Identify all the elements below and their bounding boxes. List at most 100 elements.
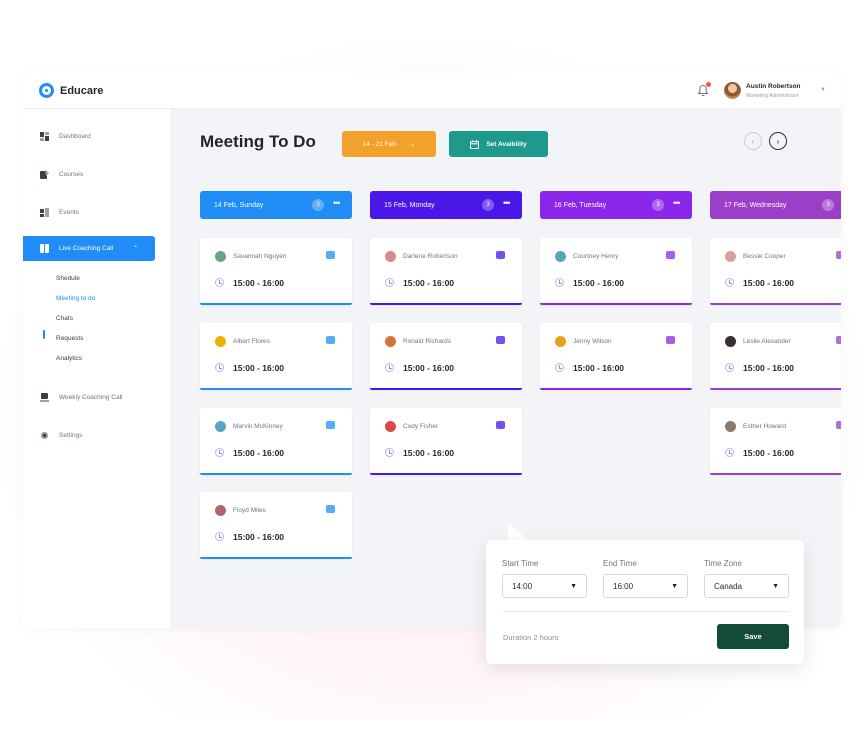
meeting-card[interactable]: Marvin McKinney 15:00 - 16:00 [200, 408, 352, 475]
calendar-icon [470, 139, 480, 149]
prev-week-button[interactable]: ‹ [744, 132, 762, 150]
date-range-dropdown[interactable]: 14 - 21 Feb ⌄ [342, 131, 436, 157]
sidebar-item-label: Settings [59, 431, 83, 439]
start-time-select[interactable]: 14:00 ▼ [502, 574, 587, 598]
meeting-count-badge: 3 [312, 199, 324, 211]
sidebar-item-courses[interactable]: Courses [23, 166, 170, 182]
time-zone-select[interactable]: Canada ▼ [704, 574, 789, 598]
attendee-name: Albert Flores [233, 338, 270, 345]
meeting-card[interactable]: Albert Flores 15:00 - 16:00 [200, 323, 352, 390]
user-role: Marketing Administrator [746, 93, 799, 99]
meeting-card[interactable]: Leslie Alexander 15:00 - 16:00 [710, 323, 841, 390]
chat-icon[interactable] [666, 251, 675, 259]
meeting-time: 15:00 - 16:00 [573, 363, 625, 373]
card-accent-bar [710, 388, 841, 390]
meeting-card[interactable]: Floyd Miles 15:00 - 16:00 [200, 492, 352, 559]
time-zone-value: Canada [714, 581, 743, 591]
meeting-card[interactable]: Savannah Nguyen 15:00 - 16:00 [200, 238, 352, 305]
card-accent-bar [200, 473, 352, 475]
next-week-button[interactable]: › [769, 132, 787, 150]
sub-item-meeting-to-do[interactable]: Meeting to do [56, 295, 95, 302]
chat-icon[interactable] [496, 421, 505, 429]
clock-icon [215, 363, 224, 372]
chat-icon[interactable] [836, 251, 841, 259]
avatar [385, 336, 396, 347]
chat-icon[interactable] [326, 336, 335, 344]
weekly-call-icon [40, 392, 49, 402]
more-icon[interactable]: ••• [333, 198, 341, 208]
chat-icon[interactable] [326, 421, 335, 429]
logo[interactable]: Educare [39, 83, 103, 98]
end-time-select[interactable]: 16:00 ▼ [603, 574, 688, 598]
page-title: Meeting To Do [200, 132, 316, 151]
day-column-header[interactable]: 17 Feb, Wednesday3••• [710, 191, 841, 219]
meeting-count-badge: 3 [482, 199, 494, 211]
meeting-card[interactable]: Jenny Wilson 15:00 - 16:00 [540, 323, 692, 390]
sidebar: Dashboard Courses Events Live Coaching C… [23, 109, 170, 628]
day-column-header[interactable]: 16 Feb, Tuesday 3 ••• [540, 191, 692, 219]
chevron-down-icon[interactable]: ▼ [820, 87, 826, 93]
meeting-card[interactable]: Courtney Henry 15:00 - 16:00 [540, 238, 692, 305]
save-button[interactable]: Save [717, 624, 789, 649]
sidebar-item-label: Weekly Coaching Call [59, 393, 123, 401]
sidebar-item-live-coaching-call[interactable]: Live Coaching Call ⌃ [23, 236, 155, 261]
meeting-time: 15:00 - 16:00 [233, 363, 285, 373]
clock-icon [725, 278, 734, 287]
sidebar-item-settings[interactable]: Settings [23, 427, 170, 443]
avatar [725, 251, 736, 262]
avatar [555, 336, 566, 347]
end-time-value: 16:00 [613, 581, 634, 591]
sidebar-item-dashboard[interactable]: Dashboard [23, 128, 170, 144]
chat-icon[interactable] [496, 251, 505, 259]
gear-icon [40, 431, 49, 439]
avatar [215, 251, 226, 262]
sidebar-item-weekly-coaching-call[interactable]: Weekly Coaching Call [23, 389, 170, 405]
clock-icon [215, 532, 224, 541]
meeting-time: 15:00 - 16:00 [403, 278, 455, 288]
sidebar-item-label: Events [59, 208, 79, 216]
attendee-name: Courtney Henry [573, 253, 619, 260]
chat-icon[interactable] [836, 336, 841, 344]
sidebar-item-label: Dashboard [59, 132, 91, 140]
clock-icon [555, 363, 564, 372]
attendee-name: Leslie Alexander [743, 338, 791, 345]
date-range-label: 14 - 21 Feb [362, 140, 396, 148]
meeting-card[interactable]: Cody Fisher 15:00 - 16:00 [370, 408, 522, 475]
card-accent-bar [200, 557, 352, 559]
meeting-card[interactable]: Esther Howard 15:00 - 16:00 [710, 408, 841, 475]
attendee-name: Jenny Wilson [573, 338, 612, 345]
more-icon[interactable]: ••• [503, 198, 511, 208]
chat-icon[interactable] [326, 505, 335, 513]
attendee-name: Bessie Cooper [743, 253, 786, 260]
chat-icon[interactable] [666, 336, 675, 344]
card-accent-bar [540, 388, 692, 390]
user-avatar[interactable] [724, 82, 741, 99]
attendee-name: Marvin McKinney [233, 423, 283, 430]
sub-item-shedule[interactable]: Shedule [56, 275, 80, 282]
meeting-card[interactable]: Ronald Richards 15:00 - 16:00 [370, 323, 522, 390]
start-time-label: Start Time [502, 559, 539, 568]
day-column-header[interactable]: 14 Feb, Sunday 3 ••• [200, 191, 352, 219]
meeting-time: 15:00 - 16:00 [403, 363, 455, 373]
avatar [725, 336, 736, 347]
set-availability-button[interactable]: Set Avaibility [449, 131, 548, 157]
meeting-card[interactable]: Darlene Robertson 15:00 - 16:00 [370, 238, 522, 305]
chat-icon[interactable] [326, 251, 335, 259]
day-column-header[interactable]: 15 Feb, Monday 3 ••• [370, 191, 522, 219]
more-icon[interactable]: ••• [673, 198, 681, 208]
chat-icon[interactable] [496, 336, 505, 344]
meeting-card[interactable]: Bessie Cooper 15:00 - 16:00 [710, 238, 841, 305]
clock-icon [725, 448, 734, 457]
card-accent-bar [710, 303, 841, 305]
sidebar-item-events[interactable]: Events [23, 204, 170, 220]
events-icon [40, 207, 49, 217]
chat-icon[interactable] [836, 421, 841, 429]
sub-item-chats[interactable]: Chats [56, 315, 73, 322]
sub-item-analytics[interactable]: Analytics [56, 355, 82, 362]
sub-item-requests[interactable]: Requests [56, 335, 83, 342]
duration-text: Duration 2 hours [503, 633, 559, 642]
day-column-title: 15 Feb, Monday [384, 201, 435, 209]
avatar [215, 505, 226, 516]
day-column-title: 16 Feb, Tuesday [554, 201, 607, 209]
time-zone-label: Time Zone [704, 559, 742, 568]
